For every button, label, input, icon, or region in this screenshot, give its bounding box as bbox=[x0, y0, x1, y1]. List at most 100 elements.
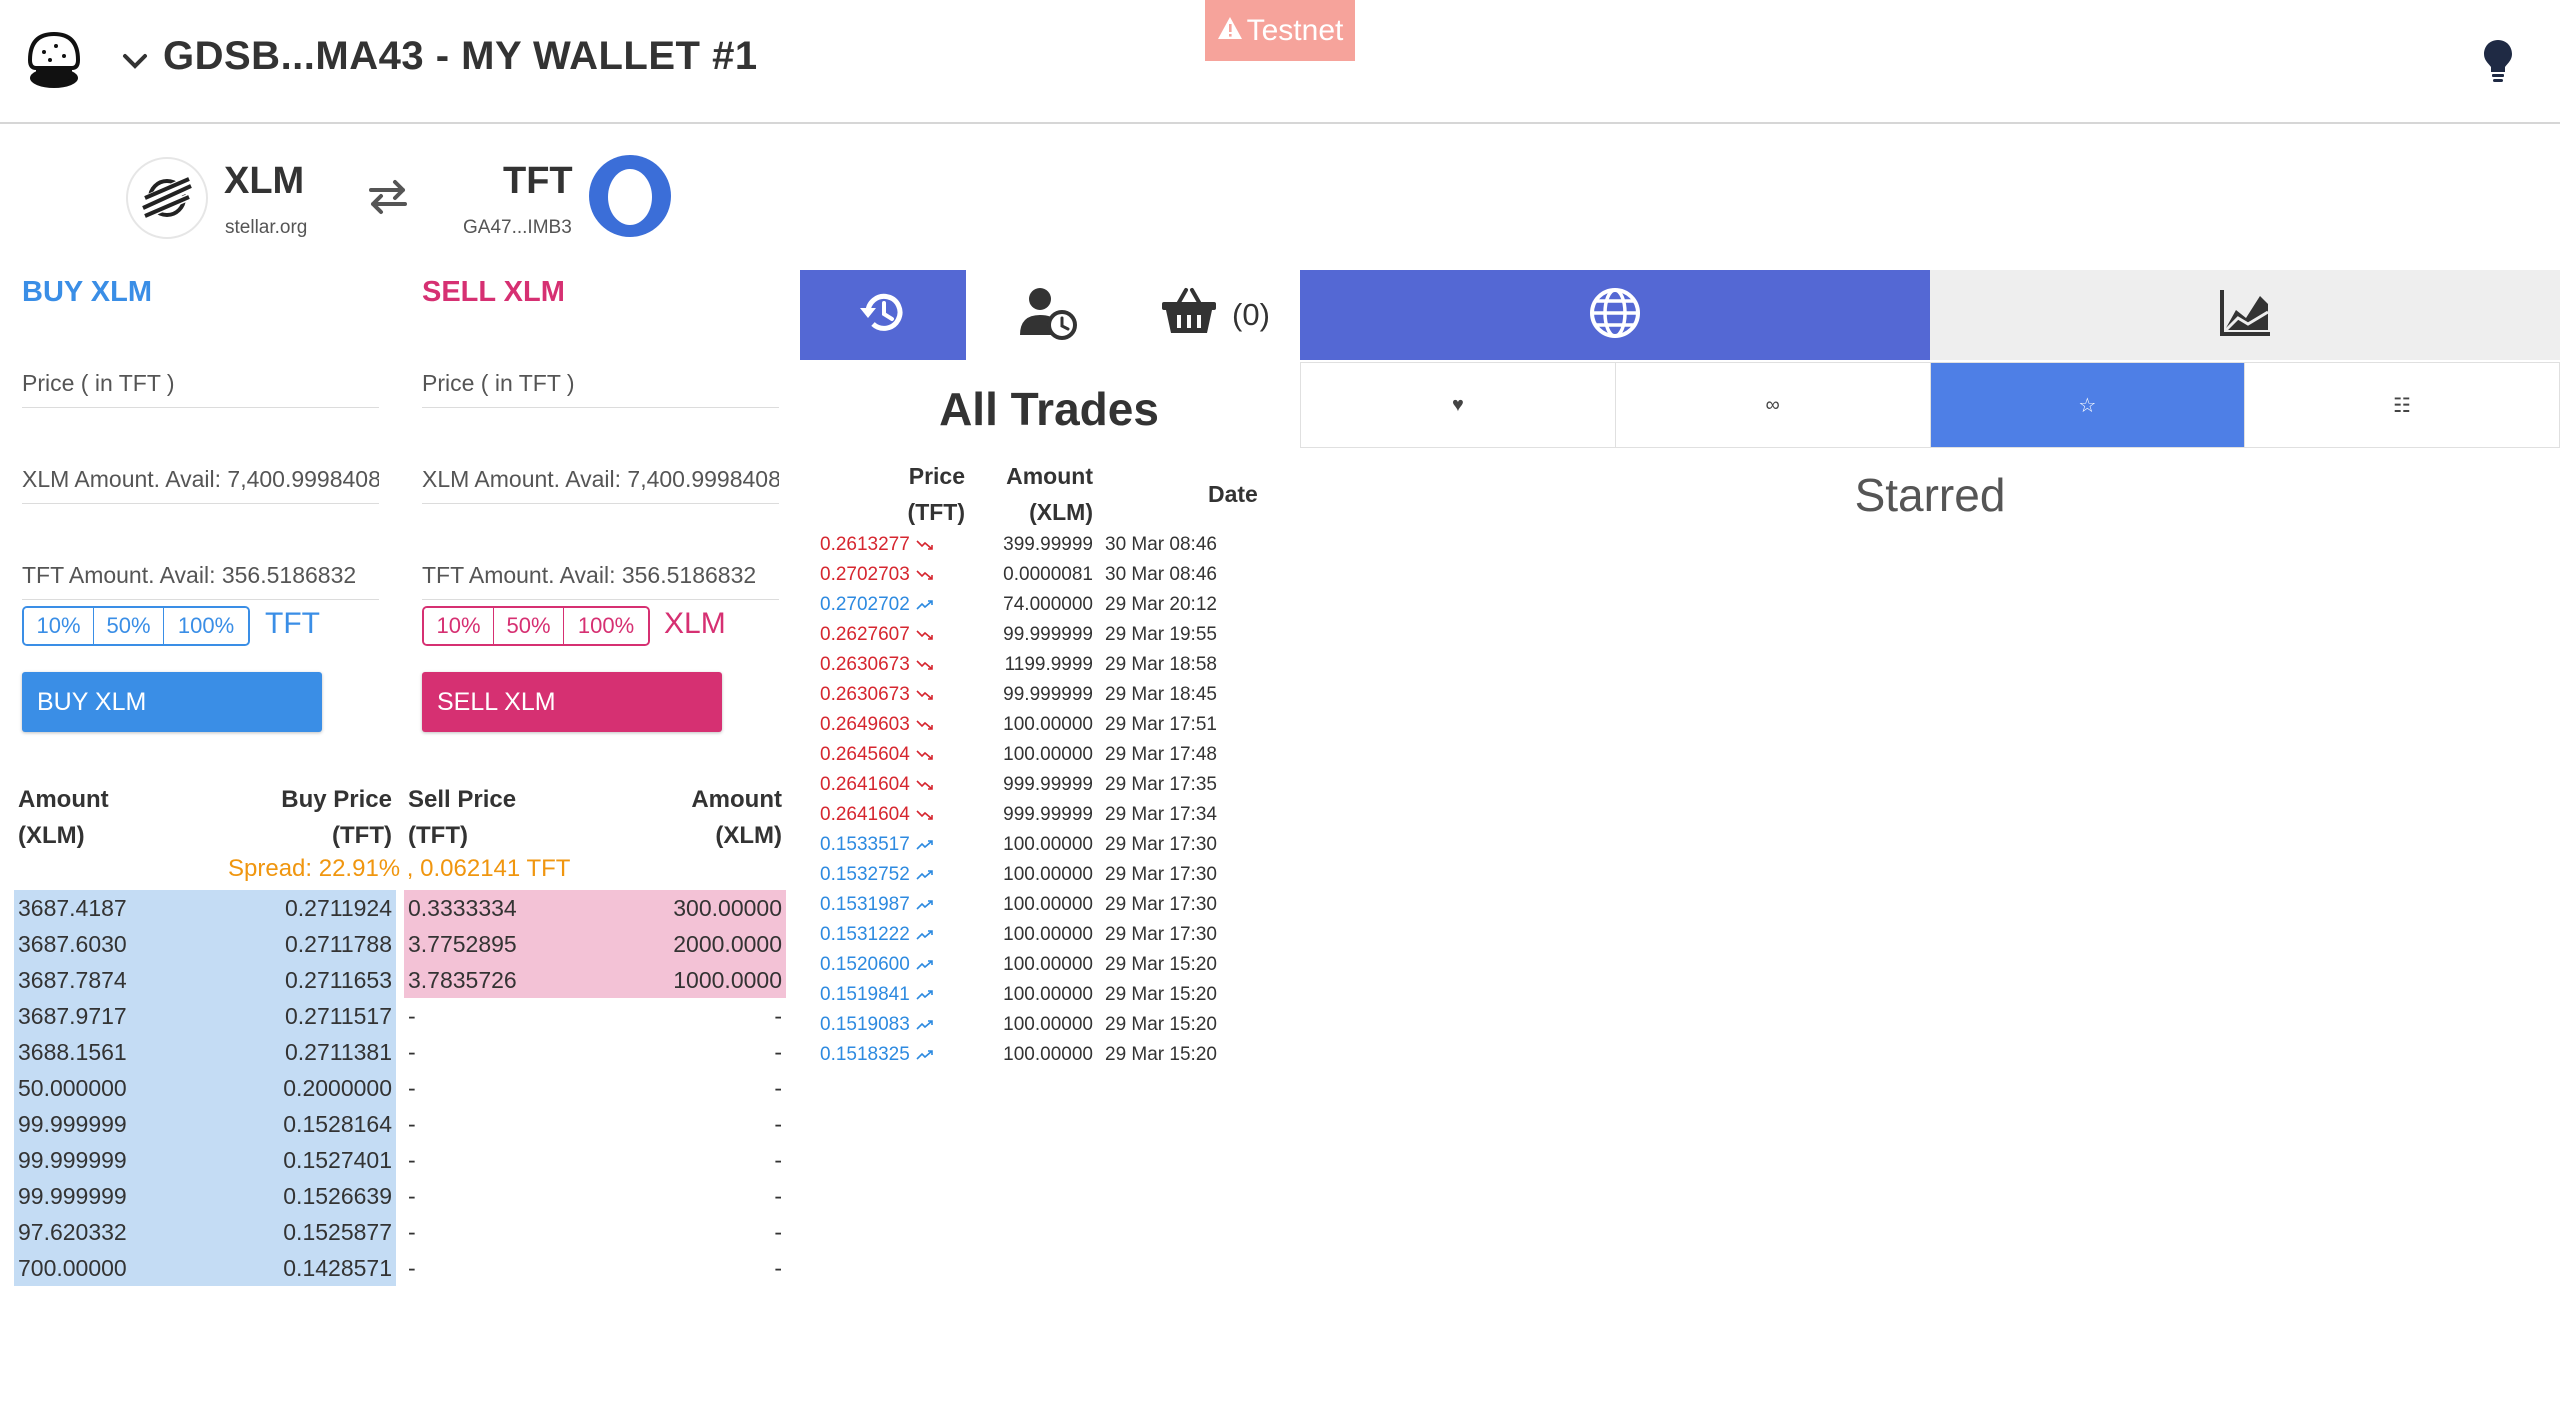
ask-amount: - bbox=[774, 1218, 782, 1245]
bid-amount: 50.000000 bbox=[18, 1074, 127, 1101]
trade-date: 30 Mar 08:46 bbox=[1105, 534, 1217, 555]
trades-tab-bar: (0) bbox=[800, 270, 1298, 360]
bid-row[interactable]: 3688.1561 0.2711381 bbox=[14, 1034, 396, 1070]
trade-amount: 0.0000081 bbox=[1003, 564, 1093, 585]
trade-amount: 100.00000 bbox=[1003, 954, 1093, 975]
trade-amount: 999.99999 bbox=[1003, 804, 1093, 825]
ask-price: - bbox=[408, 1218, 416, 1245]
trade-date: 29 Mar 15:20 bbox=[1105, 984, 1217, 1005]
trade-row: 0.1533517 100.00000 29 Mar 17:30 bbox=[820, 830, 1280, 860]
wallet-title[interactable]: GDSB...MA43 - MY WALLET #1 bbox=[163, 34, 758, 79]
buy-percent-100-button[interactable]: 100% bbox=[164, 608, 248, 644]
testnet-badge: Testnet bbox=[1205, 0, 1355, 61]
bid-row[interactable]: 99.999999 0.1527401 bbox=[14, 1142, 396, 1178]
active-filter-title: Starred bbox=[1854, 469, 2006, 521]
trend-up-icon bbox=[916, 930, 933, 940]
sell-total-input[interactable]: TFT Amount. Avail: 356.5186832 bbox=[422, 562, 779, 600]
trade-date: 29 Mar 20:12 bbox=[1105, 594, 1217, 615]
buy-amount-input[interactable]: XLM Amount. Avail: 7,400.9998408 bbox=[22, 466, 379, 504]
filter-custom-tab[interactable]: ☷ bbox=[2245, 363, 2559, 447]
bid-row[interactable]: 3687.6030 0.2711788 bbox=[14, 926, 396, 962]
ask-price: 3.7835726 bbox=[408, 966, 517, 993]
trade-row: 0.2702703 0.0000081 30 Mar 08:46 bbox=[820, 560, 1280, 590]
ask-price-header: Sell Price (TFT) bbox=[408, 782, 516, 854]
trade-row: 0.1532752 100.00000 29 Mar 17:30 bbox=[820, 860, 1280, 890]
sell-percent-10-button[interactable]: 10% bbox=[424, 608, 494, 644]
bid-row[interactable]: 99.999999 0.1526639 bbox=[14, 1178, 396, 1214]
bid-row[interactable]: 50.000000 0.2000000 bbox=[14, 1070, 396, 1106]
basket-count: (0) bbox=[1232, 297, 1270, 332]
ask-amount: - bbox=[774, 1146, 782, 1173]
history-icon bbox=[856, 288, 910, 343]
bid-price: 0.1428571 bbox=[283, 1254, 392, 1281]
bid-row[interactable]: 3687.9717 0.2711517 bbox=[14, 998, 396, 1034]
bid-price-header-label: Buy Price bbox=[281, 786, 392, 813]
sell-percent-100-button[interactable]: 100% bbox=[564, 608, 648, 644]
sell-button[interactable]: SELL XLM bbox=[422, 672, 722, 732]
trade-row: 0.1519841 100.00000 29 Mar 15:20 bbox=[820, 980, 1280, 1010]
trade-price-value: 0.2645604 bbox=[820, 744, 910, 765]
sell-percent-unit: XLM bbox=[664, 607, 726, 640]
sell-price-input[interactable]: Price ( in TFT ) bbox=[422, 370, 779, 408]
trades-header: Price (TFT) Amount (XLM) Date bbox=[820, 458, 1260, 526]
sell-percent-50-button[interactable]: 50% bbox=[494, 608, 564, 644]
trade-price-value: 0.2641604 bbox=[820, 804, 910, 825]
star-icon: ☆ bbox=[2078, 394, 2097, 417]
trade-row: 0.2613277 399.99999 30 Mar 08:46 bbox=[820, 530, 1280, 560]
bid-price: 0.1525877 bbox=[283, 1218, 392, 1245]
filter-starred-tab[interactable]: ☆ bbox=[1930, 363, 2246, 447]
bid-row[interactable]: 97.620332 0.1525877 bbox=[14, 1214, 396, 1250]
trend-down-icon bbox=[916, 780, 933, 790]
ask-price: - bbox=[408, 1182, 416, 1209]
ask-amount: - bbox=[774, 1074, 782, 1101]
trade-price: 0.1531222 bbox=[820, 924, 970, 946]
app-logo-icon[interactable] bbox=[22, 28, 86, 92]
trade-date: 29 Mar 17:30 bbox=[1105, 894, 1217, 915]
sell-amount-input[interactable]: XLM Amount. Avail: 7,400.9998408 bbox=[422, 466, 779, 504]
ask-price: - bbox=[408, 1038, 416, 1065]
buy-percent-50-button[interactable]: 50% bbox=[94, 608, 164, 644]
bid-row[interactable]: 700.00000 0.1428571 bbox=[14, 1250, 396, 1286]
tab-chart[interactable] bbox=[1930, 270, 2560, 360]
buy-total-input[interactable]: TFT Amount. Avail: 356.5186832 bbox=[22, 562, 379, 600]
trade-date: 29 Mar 19:55 bbox=[1105, 624, 1217, 645]
swap-pair-icon[interactable] bbox=[365, 176, 411, 216]
trade-price-value: 0.2641604 bbox=[820, 774, 910, 795]
bid-price-header-unit: (TFT) bbox=[332, 822, 392, 849]
lightbulb-icon[interactable] bbox=[2482, 38, 2514, 84]
ask-row: -- bbox=[404, 1142, 786, 1178]
ask-row[interactable]: 3.7835726 1000.0000 bbox=[404, 962, 786, 998]
trade-price: 0.1520600 bbox=[820, 954, 970, 976]
ask-amount: 300.00000 bbox=[673, 894, 782, 921]
trade-amount: 100.00000 bbox=[1003, 894, 1093, 915]
tab-my-trades[interactable] bbox=[966, 270, 1132, 360]
buy-price-input[interactable]: Price ( in TFT ) bbox=[22, 370, 379, 408]
trade-price-value: 0.2630673 bbox=[820, 654, 910, 675]
counter-asset-issuer: GA47...IMB3 bbox=[463, 217, 572, 238]
ask-row[interactable]: 3.7752895 2000.0000 bbox=[404, 926, 786, 962]
filter-all-tab[interactable]: ∞ bbox=[1616, 363, 1931, 447]
trade-price: 0.2645604 bbox=[820, 744, 970, 766]
tab-basket[interactable]: (0) bbox=[1132, 270, 1298, 360]
base-asset-domain: stellar.org bbox=[225, 217, 308, 238]
bid-row[interactable]: 3687.4187 0.2711924 bbox=[14, 890, 396, 926]
ask-amount-header: Amount (XLM) bbox=[640, 782, 782, 854]
tab-all-trades[interactable] bbox=[800, 270, 966, 360]
tab-markets[interactable] bbox=[1300, 270, 1930, 360]
ask-row: -- bbox=[404, 1178, 786, 1214]
bid-amount: 3688.1561 bbox=[18, 1038, 127, 1065]
bid-row[interactable]: 99.999999 0.1528164 bbox=[14, 1106, 396, 1142]
chevron-down-icon[interactable] bbox=[118, 44, 152, 78]
bid-price: 0.1526639 bbox=[283, 1182, 392, 1209]
trend-up-icon bbox=[916, 840, 933, 850]
ask-row: -- bbox=[404, 1250, 786, 1286]
ask-row[interactable]: 0.3333334 300.00000 bbox=[404, 890, 786, 926]
buy-percent-10-button[interactable]: 10% bbox=[24, 608, 94, 644]
trades-amount-header-label: Amount bbox=[1006, 463, 1093, 489]
ask-price: 0.3333334 bbox=[408, 894, 517, 921]
buy-button[interactable]: BUY XLM bbox=[22, 672, 322, 732]
testnet-label: Testnet bbox=[1246, 13, 1344, 47]
filter-favorites-tab[interactable]: ♥ bbox=[1301, 363, 1616, 447]
trades-price-header-unit: (TFT) bbox=[907, 499, 965, 525]
bid-row[interactable]: 3687.7874 0.2711653 bbox=[14, 962, 396, 998]
